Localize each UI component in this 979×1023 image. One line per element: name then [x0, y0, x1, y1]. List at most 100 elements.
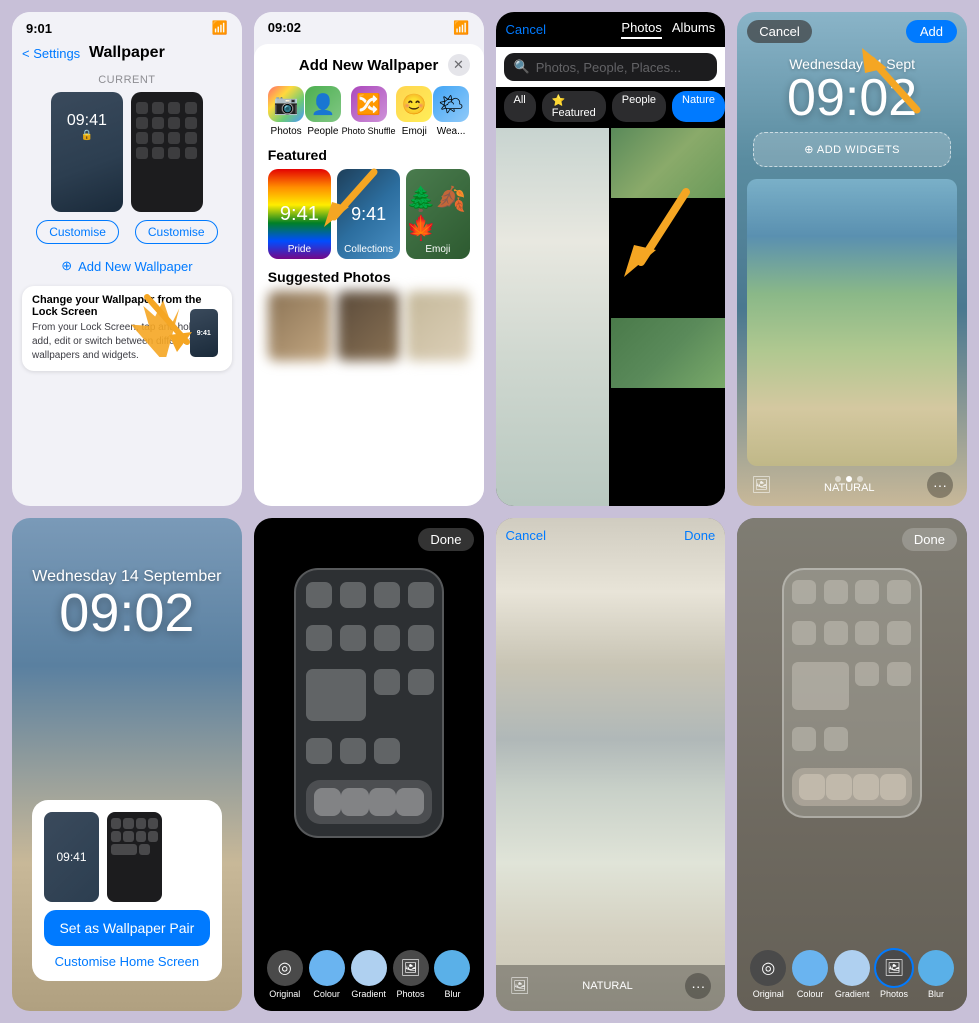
app-dock [306, 780, 432, 824]
wallpaper-previews: 09:41 🔒 [12, 92, 242, 212]
filter-people[interactable]: People [612, 91, 666, 122]
search-icon: 🔍 [514, 59, 530, 75]
option-photos[interactable]: 🖼 Photos [393, 950, 429, 999]
blur-icon-8 [918, 950, 954, 986]
option-original-8[interactable]: ◎ Original [750, 950, 786, 999]
app-icon-8 [824, 727, 848, 751]
weather-label: Wea... [437, 126, 466, 137]
sheet-title: Add New Wallpaper [290, 57, 448, 74]
emoji-feat-label: Emoji [406, 244, 469, 255]
customize-home-button[interactable]: Customise [135, 220, 218, 244]
original-label: Original [269, 989, 300, 999]
lock-screen-preview[interactable]: 09:41 🔒 [51, 92, 123, 212]
original-icon-8: ◎ [750, 950, 786, 986]
photos-option-label-8: Photos [880, 989, 908, 999]
time-display: 9:01 [26, 21, 52, 36]
dock-icon-8-4 [880, 774, 906, 800]
app-icon-8 [824, 580, 848, 604]
dock-icon-8-1 [799, 774, 825, 800]
cancel-button-7[interactable]: Cancel [506, 528, 546, 543]
filter-all[interactable]: All [504, 91, 536, 122]
photo-picker-header: Cancel Photos Albums [496, 12, 726, 47]
dock-icon-3 [369, 788, 397, 816]
photo-waterfall[interactable] [496, 128, 610, 506]
add-widgets-button[interactable]: ⊕ ADD WIDGETS [753, 132, 951, 167]
cancel-button-4[interactable]: Cancel [747, 20, 811, 43]
done-button-7[interactable]: Done [684, 528, 715, 543]
dock-icon-8-3 [853, 774, 879, 800]
cancel-button-3[interactable]: Cancel [506, 22, 546, 37]
photos-grid [496, 128, 726, 506]
photo-picker-cell: Cancel Photos Albums 🔍 Photos, People, P… [496, 12, 726, 506]
tab-bar: Photos Albums [621, 20, 715, 39]
app-icon [408, 625, 434, 651]
option-blur[interactable]: Blur [434, 950, 470, 999]
lock-screen-preview-cell: Cancel Add Wednesday 14 Sept 09:02 ⊕ ADD… [737, 12, 967, 506]
option-original[interactable]: ◎ Original [267, 950, 303, 999]
add-wallpaper-sheet: Add New Wallpaper ✕ 📷 Photos 👤 People 🔀 … [254, 44, 484, 506]
featured-emoji[interactable]: 🌲🍂🍁 Emoji [406, 169, 469, 259]
time-2: 09:02 [268, 20, 301, 36]
suggested-photo-3[interactable] [406, 291, 469, 361]
tooltip-card: Change your Wallpaper from the Lock Scre… [22, 286, 232, 371]
type-weather[interactable]: 🌤 Wea... [433, 86, 469, 137]
type-emoji[interactable]: 😊 Emoji [396, 86, 432, 137]
app-icon [306, 582, 332, 608]
current-label: CURRENT [12, 70, 242, 92]
add-wallpaper-sheet-cell: 09:02 📶 Add New Wallpaper ✕ 📷 Photos 👤 P… [254, 12, 484, 506]
option-gradient[interactable]: Gradient [351, 950, 387, 999]
search-bar[interactable]: 🔍 Photos, People, Places... [504, 53, 718, 81]
filter-nature[interactable]: Nature [672, 91, 725, 122]
done-button-8[interactable]: Done [902, 528, 957, 551]
customize-home-link[interactable]: Customise Home Screen [44, 954, 210, 969]
add-button[interactable]: Add [906, 20, 957, 43]
featured-pride[interactable]: 9:41 Pride [268, 169, 331, 259]
app-icon-8 [792, 621, 816, 645]
suggested-photo-1[interactable] [268, 291, 331, 361]
option-colour[interactable]: Colour [309, 950, 345, 999]
status-bar: 9:01 📶 [12, 12, 242, 40]
option-colour-8[interactable]: Colour [792, 950, 828, 999]
dot-1 [835, 476, 841, 482]
option-blur-8[interactable]: Blur [918, 950, 954, 999]
original-label-8: Original [753, 989, 784, 999]
dock-icon-8-2 [826, 774, 852, 800]
back-button[interactable]: < Settings [22, 46, 80, 61]
wallpaper-settings-cell: 9:01 📶 < Settings Wallpaper CURRENT 09:4… [12, 12, 242, 506]
photos-option-icon-8: 🖼 [876, 950, 912, 986]
type-photos[interactable]: 📷 Photos [268, 86, 304, 137]
home-screen-preview[interactable] [131, 92, 203, 212]
photos-option-label: Photos [397, 989, 425, 999]
app-icon-large [306, 669, 366, 721]
mini-home-preview[interactable] [107, 812, 162, 902]
filter-featured[interactable]: ⭐ Featured [542, 91, 606, 122]
photo-aerial-1[interactable] [611, 128, 725, 198]
customize-lock-button[interactable]: Customise [36, 220, 119, 244]
people-label: People [307, 126, 338, 137]
photos-icon: 📷 [268, 86, 304, 122]
suggested-photos-row [268, 291, 470, 361]
mini-lock-preview[interactable]: 09:41 [44, 812, 99, 902]
wallpaper-type-list: 📷 Photos 👤 People 🔀 Photo Shuffle 😊 Emoj… [268, 86, 470, 137]
app-icon-8 [855, 662, 879, 686]
photos-label: Photos [271, 126, 302, 137]
tab-albums[interactable]: Albums [672, 20, 715, 39]
type-people[interactable]: 👤 People [305, 86, 341, 137]
option-photos-8[interactable]: 🖼 Photos [876, 950, 912, 999]
suggested-photo-2[interactable] [337, 291, 400, 361]
more-button-7[interactable]: ··· [685, 973, 711, 999]
photo-aerial-2[interactable] [611, 318, 725, 388]
collections-label: Collections [337, 244, 400, 255]
dock-icon-4 [396, 788, 424, 816]
more-button[interactable]: ··· [927, 472, 953, 498]
tab-photos[interactable]: Photos [621, 20, 661, 39]
done-button-6[interactable]: Done [418, 528, 473, 551]
add-wallpaper-button[interactable]: ⊕ Add New Wallpaper [12, 252, 242, 280]
type-shuffle[interactable]: 🔀 Photo Shuffle [342, 86, 396, 137]
option-gradient-8[interactable]: Gradient [834, 950, 870, 999]
app-icon-8 [855, 621, 879, 645]
close-button[interactable]: ✕ [448, 54, 470, 76]
blur-label-8: Blur [928, 989, 944, 999]
set-wallpaper-button[interactable]: Set as Wallpaper Pair [44, 910, 210, 946]
featured-collections[interactable]: 9:41 Collections [337, 169, 400, 259]
